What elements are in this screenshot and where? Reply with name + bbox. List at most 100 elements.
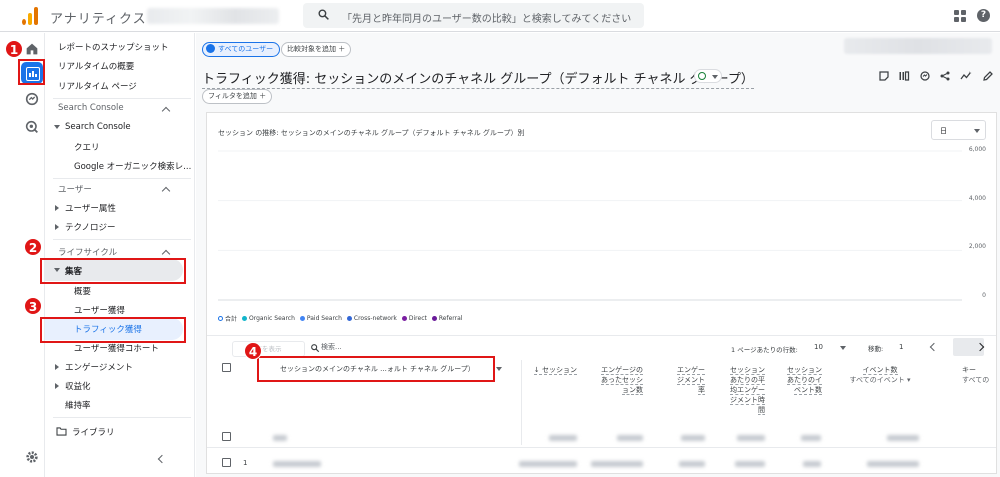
row-checkbox[interactable] <box>222 432 231 441</box>
y-tick-label: 0 <box>982 292 986 299</box>
y-tick-label: 4,000 <box>968 195 986 202</box>
chevron-up-icon[interactable] <box>161 186 171 196</box>
nav-queries[interactable]: クエリ <box>74 141 100 153</box>
search-bar[interactable]: 「先月と昨年同月のユーザー数の比較」と検索してみてください <box>303 3 644 28</box>
table-search-input[interactable]: 検索... <box>321 342 342 352</box>
divider <box>53 178 191 179</box>
legend-label: 合計 <box>225 316 238 323</box>
nav-realtime-overview[interactable]: リアルタイムの概要 <box>58 60 134 72</box>
all-users-chip[interactable]: すべてのユーザー <box>202 42 281 57</box>
nav-technology[interactable]: テクノロジー <box>65 221 116 233</box>
section-search-console[interactable]: Search Console <box>58 103 124 113</box>
rows-per-page-label: 1 ページあたりの行数: <box>731 346 798 354</box>
legend-item[interactable]: Paid Search <box>299 314 342 323</box>
nav-engagement[interactable]: エンゲージメント <box>65 361 133 373</box>
date-range-picker[interactable] <box>844 38 992 54</box>
event-filter-select[interactable]: すべてのイベント ▾ <box>837 375 923 385</box>
blurred-value <box>617 435 643 441</box>
nav-demographics[interactable]: ユーザー属性 <box>65 202 116 214</box>
comparison-dot-icon <box>206 44 215 53</box>
account-selector[interactable] <box>147 8 279 24</box>
report-status-pill[interactable] <box>694 69 722 83</box>
caret-down-icon <box>974 129 980 133</box>
annotation-box-reports <box>18 59 45 85</box>
edit-pencil-icon[interactable] <box>982 70 994 82</box>
legend-swatch <box>401 316 407 321</box>
section-user[interactable]: ユーザー <box>58 183 92 195</box>
col-line: ョン数 <box>622 386 643 395</box>
nav-reports-snapshot[interactable]: レポートのスナップショット <box>58 41 169 53</box>
blurred-value <box>591 461 643 467</box>
customize-report-icon[interactable] <box>878 70 890 82</box>
compare-columns-icon[interactable] <box>898 70 910 82</box>
col-line: イベント数 <box>862 366 898 375</box>
blurred-value <box>549 435 577 441</box>
top-bar: アナリティクス 「先月と昨年同月のユーザー数の比較」と検索してみてください ? <box>0 0 1000 32</box>
legend-label: Cross-network <box>353 315 397 322</box>
insights-icon[interactable] <box>919 70 931 82</box>
granularity-select[interactable]: 日 <box>931 120 986 140</box>
home-icon[interactable] <box>24 41 40 57</box>
nav-google-organic-search[interactable]: Google オーガニック検索レ... <box>74 160 191 172</box>
section-lifecycle[interactable]: ライフサイクル <box>58 246 117 258</box>
annotation-marker-3: 3 <box>24 297 42 315</box>
help-icon[interactable]: ? <box>977 9 990 22</box>
trend-spark-icon[interactable] <box>960 70 972 82</box>
goto-page-input[interactable]: 1 <box>899 343 903 351</box>
settings-gear-icon[interactable] <box>24 449 40 465</box>
chevron-up-icon[interactable] <box>161 249 171 259</box>
blurred-value <box>681 435 705 441</box>
channel-name-blur <box>273 461 321 467</box>
nav-realtime-pages[interactable]: リアルタイム ページ <box>58 80 137 92</box>
col-event-count[interactable]: イベント数 すべてのイベント ▾ <box>837 365 923 385</box>
rows-per-page-select[interactable]: 10 <box>814 343 823 351</box>
col-engaged-sessions[interactable]: エンゲージの あったセッシ ョン数 <box>591 365 643 395</box>
col-key-events[interactable]: キー すべての <box>962 365 998 385</box>
plot-rows-button[interactable]: 行を表示 <box>232 341 305 357</box>
apps-grid-icon[interactable] <box>954 10 966 22</box>
col-line: あったセッシ <box>601 376 643 385</box>
nav-search-console[interactable]: Search Console <box>65 122 131 132</box>
nav-retention[interactable]: 維持率 <box>65 399 91 411</box>
caret-right-icon <box>55 224 59 230</box>
chevron-up-icon[interactable] <box>161 106 171 116</box>
divider <box>53 417 191 418</box>
annotation-marker-2: 2 <box>24 238 42 256</box>
explore-icon[interactable] <box>24 91 40 107</box>
legend-item[interactable]: Referral <box>431 314 462 323</box>
caret-down-icon[interactable] <box>840 346 846 350</box>
nav-user-acquisition[interactable]: ユーザー獲得 <box>74 304 125 316</box>
legend-item[interactable]: Direct <box>401 314 427 323</box>
sessions-line-chart[interactable] <box>207 143 996 308</box>
nav-acquisition-overview[interactable]: 概要 <box>74 285 91 297</box>
col-line: あたりの平 <box>730 376 765 385</box>
nav-monetization[interactable]: 収益化 <box>65 380 91 392</box>
col-engagement-rate[interactable]: エンゲー ジメント 率 <box>665 365 705 395</box>
annotation-marker-4: 4 <box>244 342 262 360</box>
caret-right-icon <box>55 205 59 211</box>
add-filter-button[interactable]: フィルタを追加 ＋ <box>202 89 273 104</box>
analytics-logo-icon[interactable] <box>22 7 38 25</box>
advertising-icon[interactable] <box>24 119 40 135</box>
legend-item[interactable]: Organic Search <box>242 314 295 323</box>
chart-legend: 合計 Organic Search Paid Search Cross-network… <box>218 314 462 323</box>
col-sessions-line1: ↓ セッション <box>533 366 577 375</box>
divider <box>53 98 191 99</box>
add-comparison-button[interactable]: 比較対象を追加 ＋ <box>281 42 352 57</box>
blurred-value <box>803 461 821 467</box>
select-all-checkbox[interactable] <box>222 363 231 372</box>
y-tick-label: 2,000 <box>968 243 986 250</box>
legend-item[interactable]: Cross-network <box>346 314 397 323</box>
legend-item[interactable]: 合計 <box>218 314 237 323</box>
row-checkbox[interactable] <box>222 458 231 467</box>
nav-library[interactable]: ライブラリ <box>72 426 115 438</box>
chart-title: セッション の推移: セッションのメインのチャネル グループ（デフォルト チャネ… <box>218 129 525 137</box>
nav-user-acquisition-cohort[interactable]: ユーザー獲得コホート <box>74 342 159 354</box>
col-sessions[interactable]: ↓ セッション <box>527 365 577 375</box>
prev-page-icon[interactable] <box>929 342 939 352</box>
col-events-per-session[interactable]: セッション あたりのイ ベント数 <box>780 365 822 395</box>
legend-swatch <box>242 316 248 321</box>
collapse-sidebar-icon[interactable] <box>157 454 167 464</box>
share-icon[interactable] <box>939 70 951 82</box>
col-avg-engagement-time[interactable]: セッション あたりの平 均エンゲー ジメント時 間 <box>719 365 765 415</box>
